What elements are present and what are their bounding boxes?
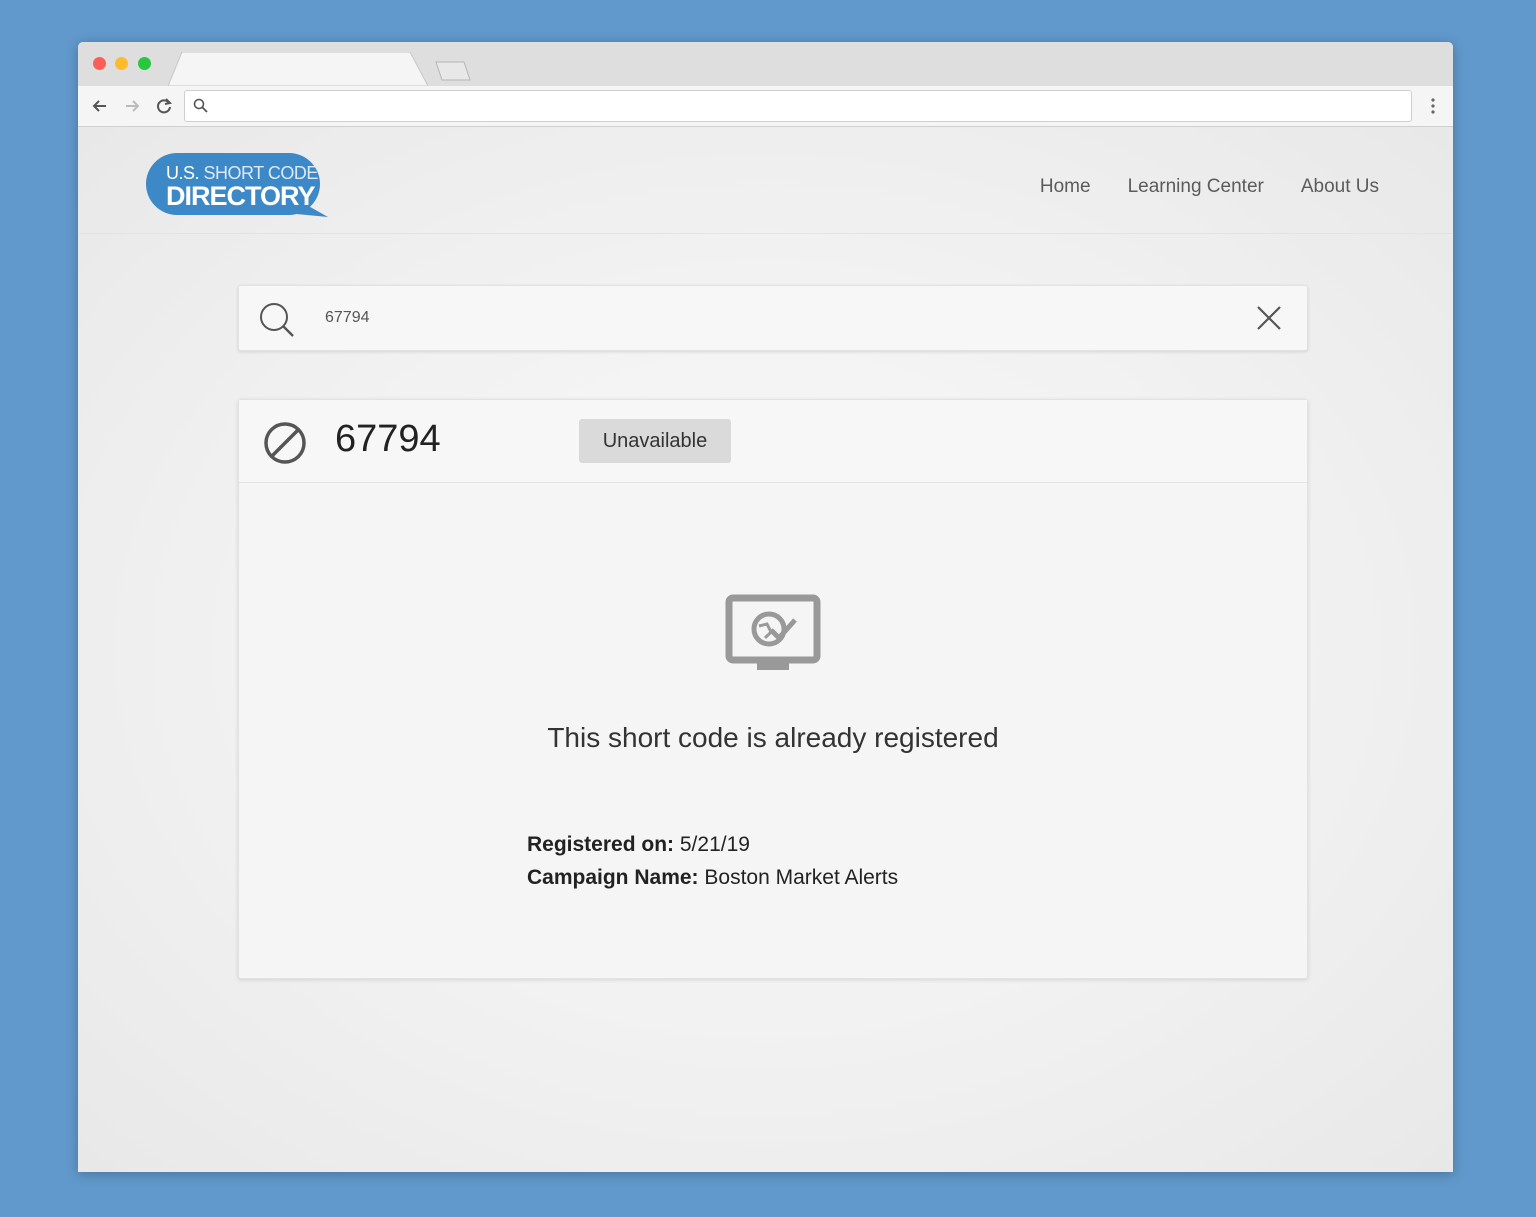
campaign-name-label: Campaign Name:	[527, 866, 699, 889]
monitor-check-icon	[725, 594, 821, 670]
browser-window: U.S. SHORT CODE DIRECTORY Home Learning …	[78, 42, 1453, 1172]
browser-toolbar	[78, 86, 1453, 127]
search-box	[238, 285, 1308, 351]
campaign-name-row: Campaign Name: Boston Market Alerts	[527, 861, 898, 894]
nav-learning-center[interactable]: Learning Center	[1128, 176, 1264, 198]
close-icon	[1257, 306, 1281, 330]
short-code-number: 67794	[335, 418, 441, 460]
minimize-window-button[interactable]	[115, 57, 128, 70]
new-tab-button[interactable]	[434, 60, 474, 82]
clear-search-button[interactable]	[1255, 304, 1283, 332]
registration-details: Registered on: 5/21/19 Campaign Name: Bo…	[527, 828, 898, 894]
tab-bar	[78, 42, 1453, 87]
logo-line-2: DIRECTORY	[166, 181, 316, 211]
result-card: 67794 Unavailable This short code is alr…	[238, 399, 1308, 979]
close-window-button[interactable]	[93, 57, 106, 70]
ban-icon	[264, 422, 306, 464]
campaign-name-value: Boston Market Alerts	[704, 866, 899, 889]
status-badge: Unavailable	[579, 419, 731, 463]
nav-about-us[interactable]: About Us	[1301, 176, 1379, 198]
maximize-window-button[interactable]	[138, 57, 151, 70]
registered-message: This short code is already registered	[547, 722, 999, 753]
registered-on-value: 5/21/19	[679, 833, 750, 856]
search-icon	[193, 98, 208, 113]
registered-on-row: Registered on: 5/21/19	[527, 828, 898, 861]
menu-dots-icon[interactable]	[1425, 96, 1441, 116]
main-nav: Home Learning Center About Us	[1040, 176, 1379, 198]
forward-arrow-icon[interactable]	[120, 94, 144, 118]
site-logo[interactable]: U.S. SHORT CODE DIRECTORY	[146, 153, 330, 219]
address-bar[interactable]	[184, 90, 1412, 122]
search-icon	[260, 303, 294, 337]
back-arrow-icon[interactable]	[88, 94, 112, 118]
reload-icon[interactable]	[152, 94, 176, 118]
page-viewport: U.S. SHORT CODE DIRECTORY Home Learning …	[78, 127, 1453, 1172]
search-input[interactable]	[323, 306, 1227, 330]
browser-tab[interactable]	[167, 51, 429, 87]
site-header: U.S. SHORT CODE DIRECTORY Home Learning …	[78, 127, 1453, 234]
registered-on-label: Registered on:	[527, 833, 675, 856]
result-header: 67794 Unavailable	[239, 400, 1307, 483]
address-input[interactable]	[215, 95, 1399, 117]
nav-home[interactable]: Home	[1040, 176, 1091, 198]
